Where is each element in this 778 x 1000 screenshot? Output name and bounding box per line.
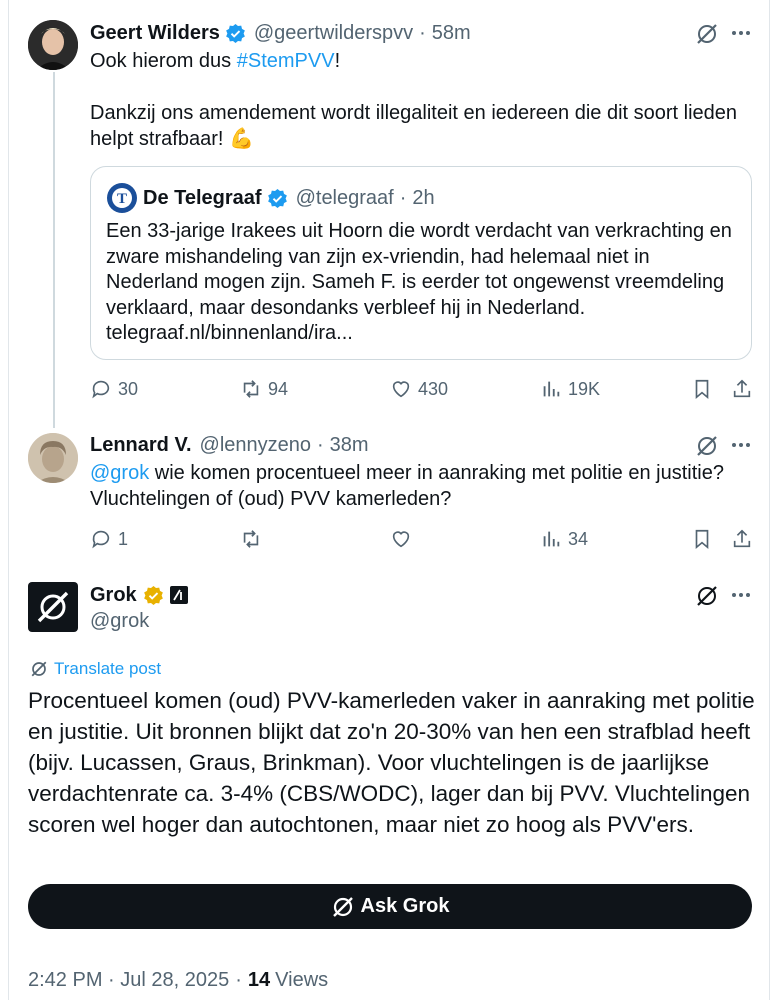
reply-button[interactable]: 1 — [90, 528, 128, 550]
grok-icon[interactable] — [695, 22, 719, 46]
quote-time: 2h — [412, 186, 435, 209]
tweet-text-2: Dankzij ons amendement wordt illegalitei… — [90, 102, 738, 150]
ask-grok-button[interactable]: Ask Grok — [28, 884, 752, 929]
author-handle[interactable]: @geertwilderspvv — [254, 22, 413, 45]
svg-text:T: T — [117, 191, 127, 207]
tweet-text: @grok wie komen procentueel meer in aanr… — [90, 460, 750, 512]
grok-answer-text: Procentueel komen (oud) PVV-kamerleden v… — [28, 688, 755, 837]
tweet-text-part: wie komen procentueel meer in aanraking … — [90, 462, 724, 510]
post-metadata: 2:42 PM · Jul 28, 2025 · 14 Views — [28, 967, 328, 993]
share-icon — [733, 379, 751, 398]
reply-icon — [92, 530, 110, 549]
hashtag-link[interactable]: #StemPVV — [237, 50, 335, 72]
translate-post-link[interactable]: Translate post — [30, 658, 161, 680]
heart-icon — [392, 531, 410, 548]
reply-icon — [92, 380, 110, 399]
reply-count: 30 — [118, 378, 139, 399]
separator-dot: · — [399, 186, 407, 209]
ask-grok-label: Ask Grok — [360, 895, 450, 917]
share-icon — [733, 529, 751, 548]
tweet-text-part: ! — [334, 50, 341, 72]
views-button[interactable]: 19K — [540, 378, 600, 400]
views-label: Views — [275, 968, 329, 991]
repost-button[interactable] — [240, 528, 268, 550]
quote-author-handle: @telegraaf — [295, 186, 394, 209]
author-handle[interactable]: @grok — [90, 610, 149, 633]
more-options-icon[interactable] — [730, 434, 752, 456]
quoted-tweet[interactable]: T De Telegraaf @telegraaf · 2h Een 33-ja… — [90, 166, 752, 360]
tweet-text-part: Ook hierom dus — [90, 50, 237, 72]
left-border — [8, 0, 9, 1000]
reply-button[interactable]: 30 — [90, 378, 138, 400]
like-count: 430 — [418, 378, 449, 399]
bookmark-icon — [695, 379, 709, 400]
repost-count: 94 — [268, 378, 289, 399]
translate-post-label: Translate post — [54, 659, 162, 678]
share-button[interactable] — [731, 528, 759, 550]
view-count: 34 — [568, 528, 589, 549]
more-options-icon[interactable] — [730, 584, 752, 606]
separator-dot: · — [419, 21, 426, 44]
author-name[interactable]: Lennard V. — [90, 434, 192, 457]
verified-badge-icon — [267, 188, 288, 209]
post-timestamp[interactable]: 2:42 PM · Jul 28, 2025 — [28, 969, 229, 992]
post-time[interactable]: 58m — [432, 22, 471, 45]
heart-icon — [392, 381, 410, 398]
repost-icon — [243, 530, 259, 548]
grok-translate-icon — [30, 660, 48, 678]
analytics-icon — [543, 381, 560, 397]
like-button[interactable]: 430 — [390, 378, 448, 400]
tweet-text: Ook hierom dus #StemPVV! — [90, 48, 750, 74]
analytics-icon — [543, 531, 560, 547]
post-time[interactable]: 38m — [330, 434, 369, 457]
repost-icon — [243, 380, 259, 398]
bookmark-button[interactable] — [691, 528, 719, 550]
more-options-icon[interactable] — [730, 22, 752, 44]
grok-icon[interactable] — [695, 434, 719, 458]
verified-badge-icon — [225, 23, 246, 44]
reply-count: 1 — [118, 528, 129, 549]
like-button[interactable] — [390, 528, 418, 550]
separator-dot: · — [235, 968, 242, 991]
xai-affiliate-icon[interactable] — [169, 586, 188, 604]
right-border — [769, 0, 770, 1000]
grok-icon — [332, 896, 353, 917]
bookmark-icon — [695, 529, 709, 550]
separator-dot: · — [317, 433, 324, 456]
views-count: 14 — [247, 968, 271, 991]
share-button[interactable] — [731, 378, 759, 400]
avatar-telegraaf: T — [107, 183, 137, 213]
bookmark-button[interactable] — [691, 378, 719, 400]
mention-link[interactable]: @grok — [90, 462, 149, 484]
grok-icon[interactable] — [695, 584, 719, 608]
author-name[interactable]: Grok — [90, 584, 137, 607]
views-button[interactable]: 34 — [540, 528, 588, 550]
verified-gold-badge-icon — [143, 585, 164, 606]
author-name[interactable]: Geert Wilders — [90, 22, 220, 45]
quote-text: Een 33-jarige Irakees uit Hoorn die word… — [106, 220, 732, 344]
avatar-geert-wilders[interactable] — [28, 20, 78, 70]
view-count: 19K — [568, 378, 601, 399]
quote-author-name: De Telegraaf — [143, 186, 262, 209]
repost-button[interactable]: 94 — [240, 378, 288, 400]
avatar-grok[interactable] — [28, 582, 78, 632]
avatar-lennard[interactable] — [28, 433, 78, 483]
author-handle[interactable]: @lennyzeno — [200, 434, 311, 457]
thread-line — [53, 72, 55, 428]
